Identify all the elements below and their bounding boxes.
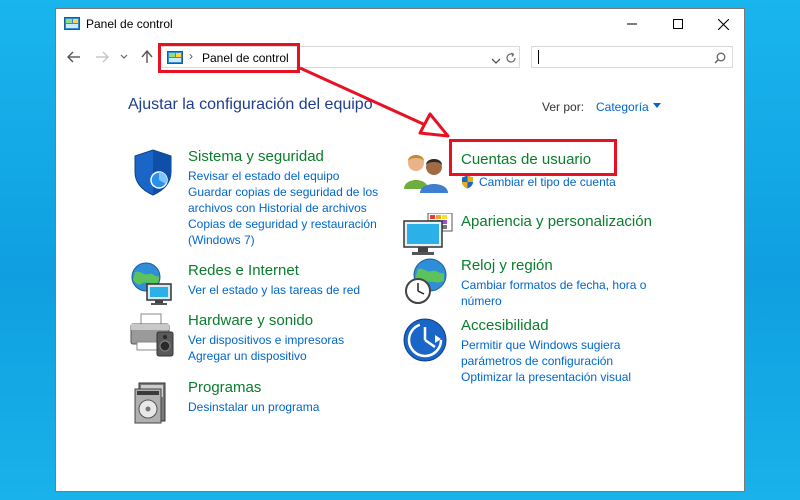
category-title[interactable]: Hardware y sonido [188, 312, 313, 329]
category-links: Permitir que Windows sugiera parámetros … [461, 337, 646, 385]
search-icon[interactable] [714, 51, 726, 69]
minimize-icon [627, 23, 637, 25]
category-title[interactable]: Reloj y región [461, 257, 553, 274]
monitor-icon [402, 212, 453, 263]
address-highlight-box [158, 43, 300, 73]
arrow-up-icon [141, 50, 153, 63]
up-button[interactable] [139, 49, 155, 65]
category-title[interactable]: Redes e Internet [188, 262, 299, 279]
category-link-label: Cambiar el tipo de cuenta [479, 175, 616, 189]
category-title[interactable]: Programas [188, 379, 261, 396]
category-link[interactable]: Ver el estado y las tareas de red [188, 282, 383, 298]
minimize-button[interactable] [609, 9, 655, 39]
category-links: Ver el estado y las tareas de red [188, 282, 383, 298]
view-by-dropdown[interactable]: Categoría [596, 100, 649, 114]
title-bar: Panel de control [56, 9, 744, 39]
category-links: Ver dispositivos e impresoras Agregar un… [188, 332, 383, 364]
printer-icon [129, 312, 179, 362]
search-input[interactable] [531, 46, 733, 68]
control-panel-window: Panel de control › Panel de control Ajus… [55, 8, 745, 492]
control-panel-icon [64, 17, 80, 30]
category-link[interactable]: Agregar un dispositivo [188, 348, 383, 364]
category-link[interactable]: Optimizar la presentación visual [461, 369, 646, 385]
category-links: Revisar el estado del equipo Guardar cop… [188, 168, 383, 248]
close-button[interactable] [700, 9, 746, 39]
shield-icon [129, 148, 179, 198]
category-links: Cambiar el tipo de cuenta [461, 174, 656, 190]
accessibility-icon [402, 317, 452, 367]
category-link[interactable]: Permitir que Windows sugiera parámetros … [461, 337, 646, 369]
category-title[interactable]: Apariencia y personalización [461, 213, 652, 230]
category-title[interactable]: Sistema y seguridad [188, 148, 324, 165]
category-links: Cambiar formatos de fecha, hora o número [461, 277, 656, 309]
clock-globe-icon [402, 257, 452, 307]
category-title[interactable]: Accesibilidad [461, 317, 549, 334]
chevron-down-icon [491, 58, 501, 64]
page-title: Ajustar la configuración del equipo [128, 96, 373, 113]
arrow-right-icon [96, 51, 109, 63]
category-link[interactable]: Desinstalar un programa [188, 399, 383, 415]
category-link[interactable]: Copias de seguridad y restauración (Wind… [188, 216, 383, 248]
category-link[interactable]: Ver dispositivos e impresoras [188, 332, 383, 348]
category-links: Desinstalar un programa [188, 399, 383, 415]
category-link[interactable]: Revisar el estado del equipo [188, 168, 383, 184]
maximize-icon [673, 19, 683, 29]
network-icon [129, 262, 179, 312]
category-link[interactable]: Cambiar formatos de fecha, hora o número [461, 277, 656, 309]
maximize-button[interactable] [655, 9, 701, 39]
category-link[interactable]: Guardar copias de seguridad de los archi… [188, 184, 383, 216]
text-caret [538, 50, 539, 64]
recent-locations-button[interactable] [119, 49, 129, 65]
programs-icon [129, 379, 179, 429]
view-by-caret-icon[interactable] [653, 103, 661, 108]
address-dropdown-button[interactable] [491, 52, 501, 70]
users-icon [402, 151, 452, 201]
back-button[interactable] [66, 49, 82, 65]
arrow-left-icon [67, 51, 80, 63]
refresh-button[interactable] [505, 51, 517, 69]
window-title: Panel de control [86, 17, 173, 31]
chevron-down-icon [120, 54, 128, 59]
close-icon [717, 18, 729, 30]
forward-button[interactable] [94, 49, 110, 65]
refresh-icon [506, 52, 516, 63]
category-link[interactable]: Cambiar el tipo de cuenta [461, 174, 656, 190]
user-accounts-highlight-box [449, 139, 617, 176]
view-by-label: Ver por: [542, 100, 585, 114]
uac-shield-icon [461, 175, 474, 193]
